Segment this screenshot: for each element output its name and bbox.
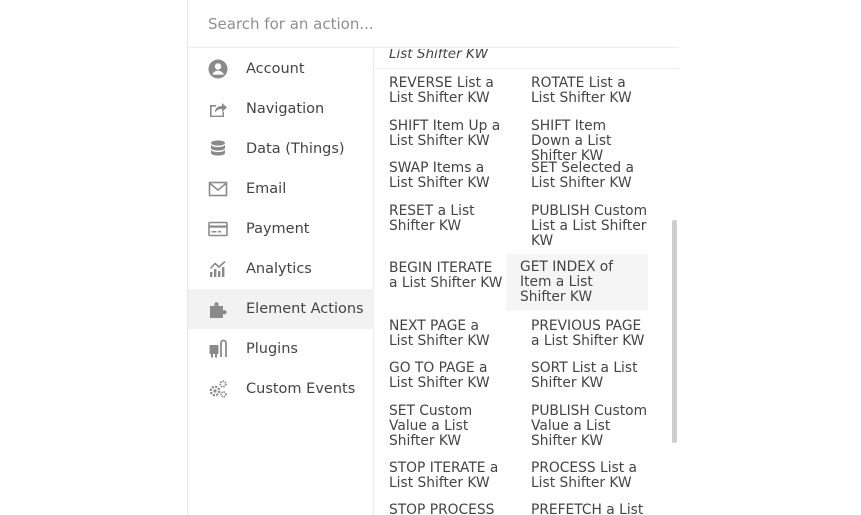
category-label: Custom Events [246,381,356,397]
analytics-icon [208,259,228,279]
action-item[interactable]: PUBLISH Custom List a List Shifter KW [517,204,659,249]
email-icon [208,179,228,199]
action-item[interactable]: NEXT PAGE a List Shifter KW [375,319,517,349]
action-item[interactable]: PREVIOUS PAGE a List Shifter KW [517,319,659,349]
database-icon [208,139,228,159]
category-data-things[interactable]: Data (Things) [188,129,374,169]
action-item[interactable]: GET INDEX of Item a List Shifter KW [506,254,648,311]
category-plugins[interactable]: Plugins [188,329,374,369]
category-label: Navigation [246,101,325,117]
category-analytics[interactable]: Analytics [188,249,374,289]
action-item[interactable]: GO TO PAGE a List Shifter KW [375,361,517,391]
action-item[interactable]: PREFETCH a List Shifter KW [517,503,659,515]
gears-icon [208,379,228,399]
search-bar [188,0,679,48]
category-account[interactable]: Account [188,49,374,89]
action-item[interactable]: SET Custom Value a List Shifter KW [375,404,517,449]
action-item[interactable]: SORT List a List Shifter KW [517,361,659,391]
action-item[interactable]: STOP ITERATE a List Shifter KW [375,461,517,491]
navigation-icon [208,99,228,119]
category-label: Payment [246,221,310,237]
action-item[interactable]: SHIFT Item Down a List Shifter KW [517,119,659,164]
action-item[interactable]: BEGIN ITERATE a List Shifter KW [375,261,517,291]
category-label: Data (Things) [246,141,345,157]
category-navigation[interactable]: Navigation [188,89,374,129]
action-picker-panel: Account Navigation Data (Things) Email P… [187,0,679,515]
divider [375,68,679,69]
action-item[interactable]: REVERSE List a List Shifter KW [375,76,517,106]
action-item[interactable]: RESET a List Shifter KW [375,204,517,234]
category-label: Account [246,61,305,77]
puzzle-icon [208,299,228,319]
action-item[interactable]: SHIFT Item Up a List Shifter KW [375,119,517,149]
plug-icon [208,339,228,359]
action-item[interactable]: STOP PROCESS a List Shifter KW [375,503,517,515]
category-list: Account Navigation Data (Things) Email P… [188,49,374,515]
action-group-title: List Shifter KW [389,49,489,62]
action-item[interactable]: SWAP Items a List Shifter KW [375,161,517,191]
action-item[interactable]: ROTATE List a List Shifter KW [517,76,659,106]
action-item[interactable]: SET Selected a List Shifter KW [517,161,659,191]
category-label: Plugins [246,341,298,357]
category-element-actions[interactable]: Element Actions [188,289,374,329]
category-email[interactable]: Email [188,169,374,209]
action-item[interactable]: PUBLISH Custom Value a List Shifter KW [517,404,659,449]
search-input[interactable] [208,12,648,36]
payment-icon [208,219,228,239]
category-label: Analytics [246,261,312,277]
category-payment[interactable]: Payment [188,209,374,249]
category-label: Element Actions [246,301,364,317]
category-label: Email [246,181,287,197]
action-list-scrollbar[interactable] [672,220,677,443]
action-list: List Shifter KW REVERSE List a List Shif… [375,49,679,515]
category-custom-events[interactable]: Custom Events [188,369,374,409]
account-icon [208,59,228,79]
action-item[interactable]: PROCESS List a List Shifter KW [517,461,659,491]
